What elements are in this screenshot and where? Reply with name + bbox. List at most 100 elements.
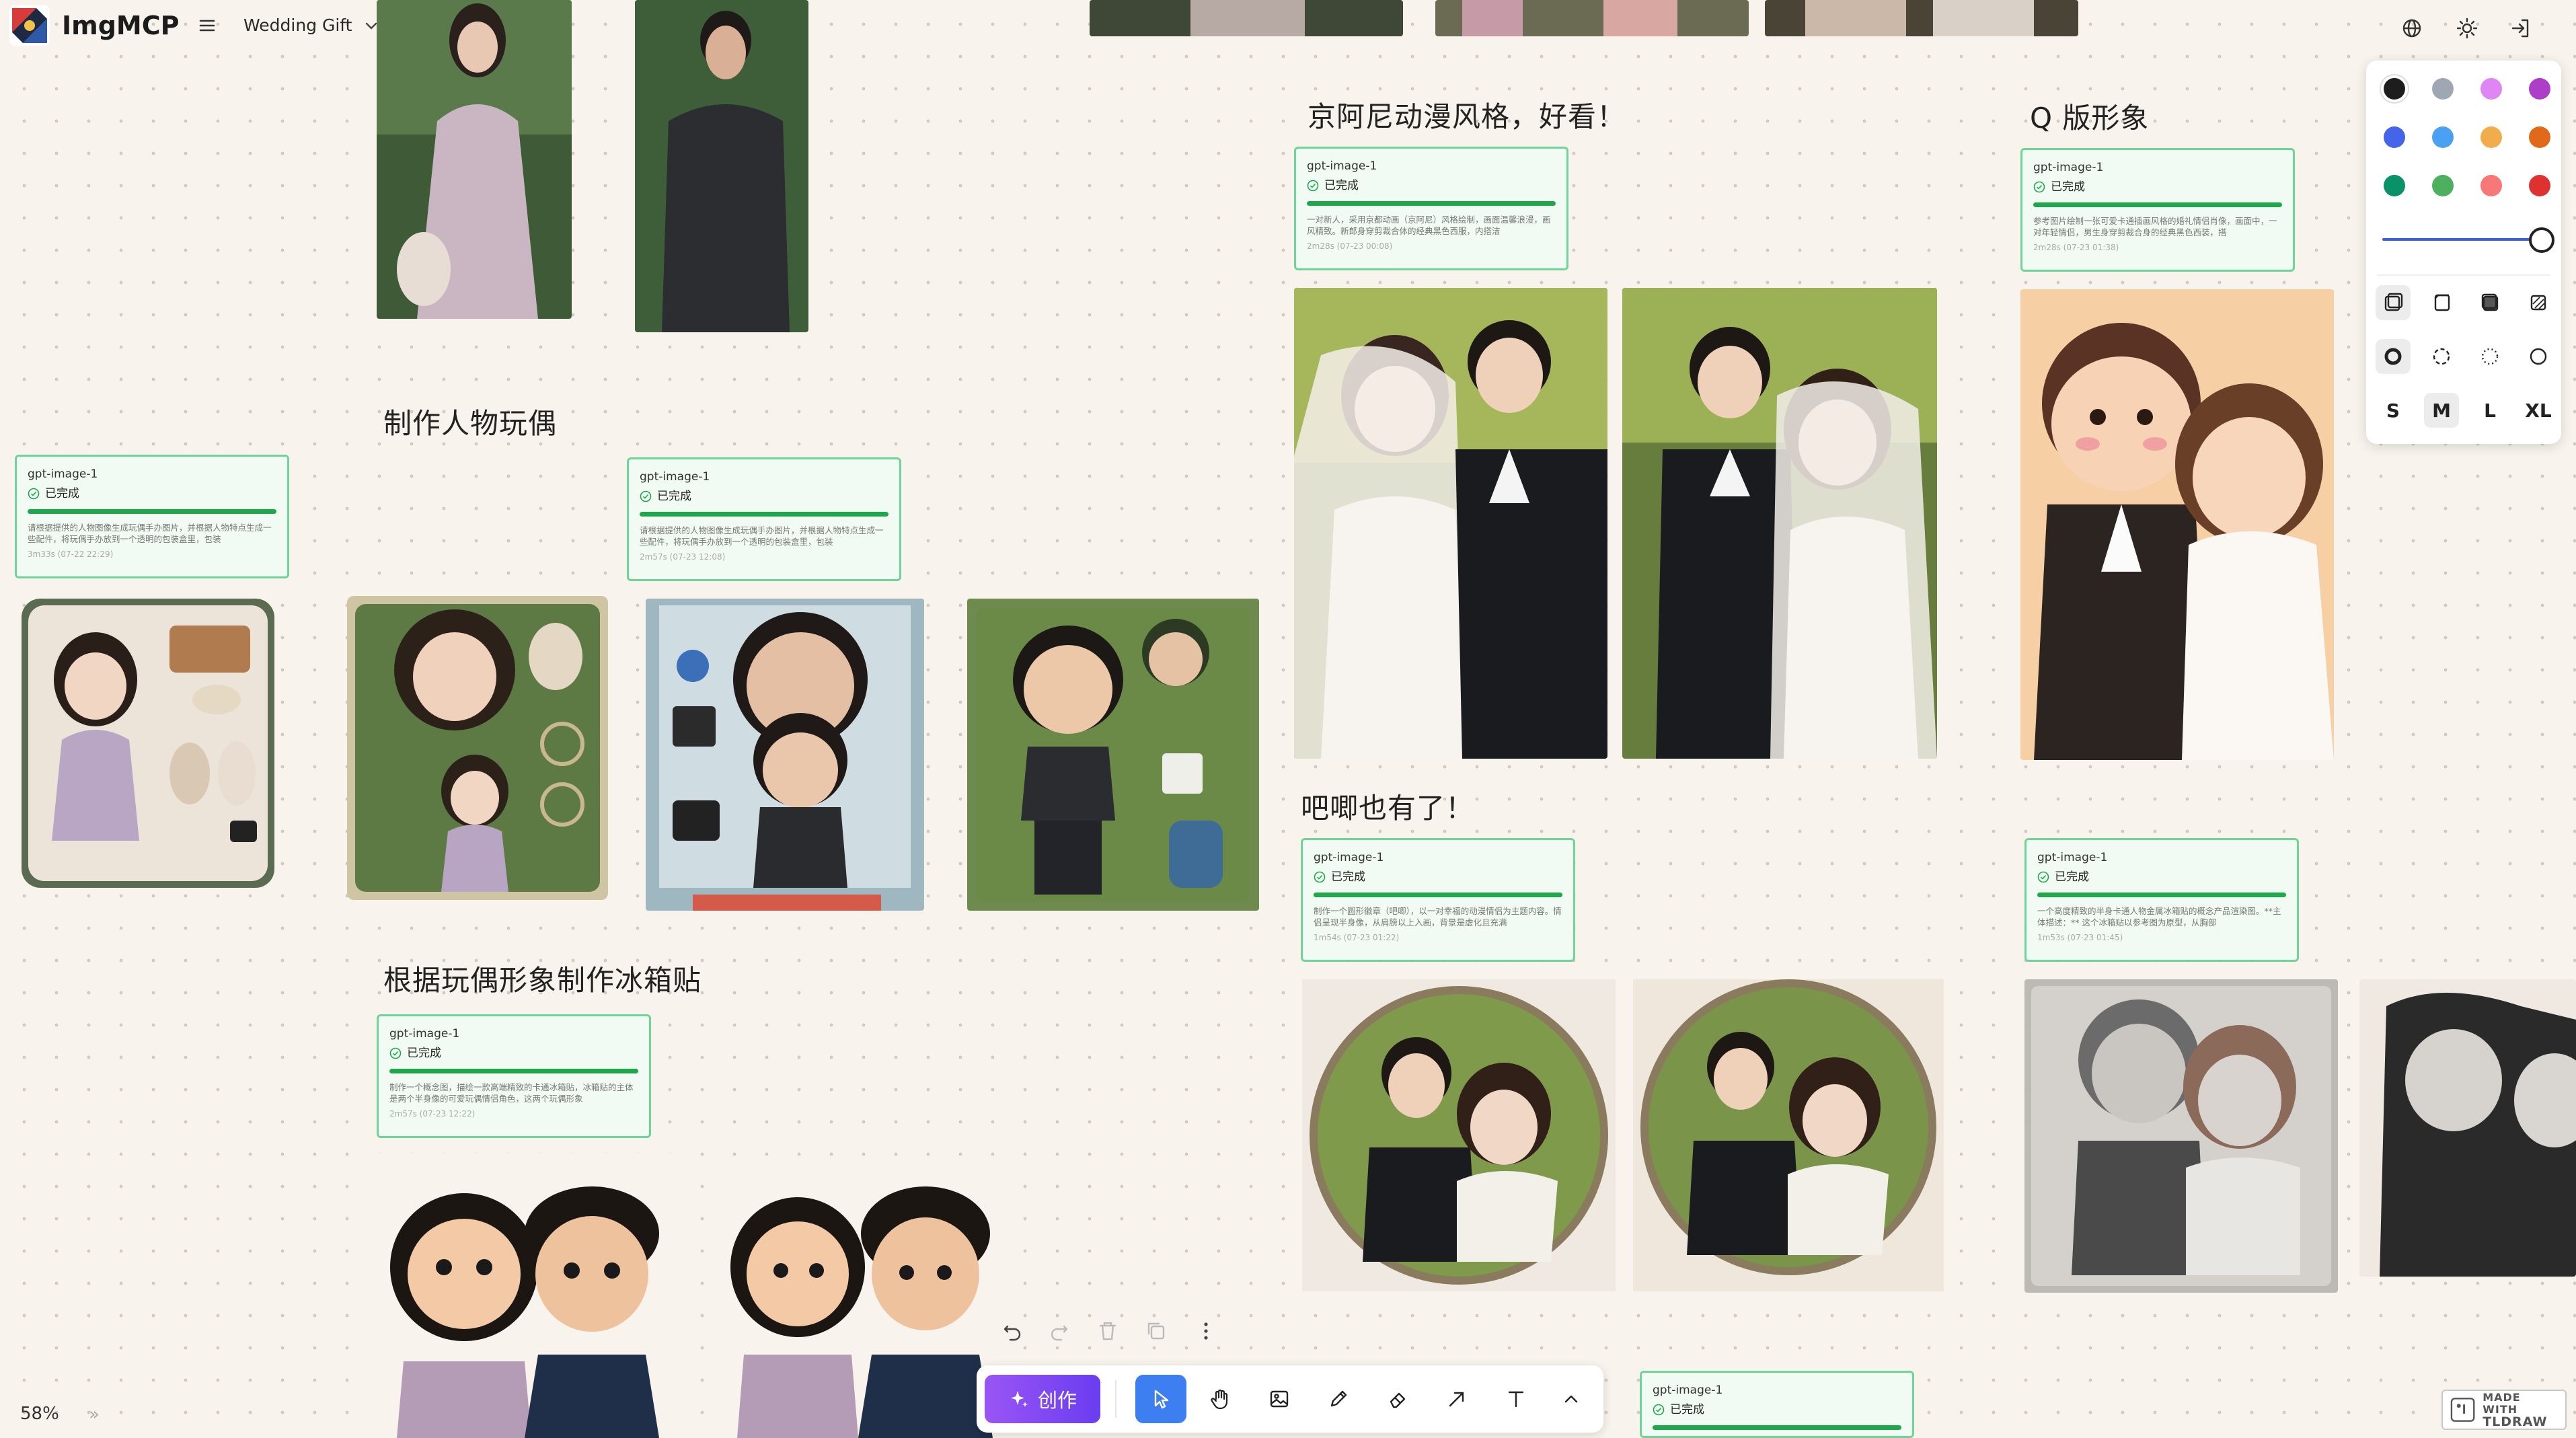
metal-magnet-image-2[interactable]: [2359, 979, 2576, 1277]
logout-icon[interactable]: [2507, 15, 2534, 42]
fill-solid-button[interactable]: [2472, 285, 2507, 320]
text-tool[interactable]: [1490, 1375, 1542, 1423]
hand-icon: [1211, 1389, 1228, 1410]
generation-card[interactable]: gpt-image-1 已完成 制作一个概念图，描绘一款高端精致的卡通冰箱贴，冰…: [377, 1014, 651, 1138]
eraser-tool[interactable]: [1372, 1375, 1423, 1423]
fill-semi-button[interactable]: [2424, 285, 2459, 320]
theme-sun-icon[interactable]: [2454, 15, 2480, 42]
trash-icon[interactable]: [1095, 1318, 1121, 1344]
size-label: L: [2484, 399, 2496, 422]
stroke-dashed-button[interactable]: [2424, 339, 2459, 374]
redo-icon[interactable]: [1047, 1318, 1072, 1344]
duration-text: 1m53s (07-23 01:45): [2037, 933, 2123, 942]
badge-line-1: MADE WITH: [2483, 1391, 2521, 1416]
fill-pattern-icon: [2530, 295, 2546, 311]
doll-image-man-figure[interactable]: [967, 599, 1259, 911]
progress-bar: [2037, 893, 2286, 897]
fill-none-icon: [2384, 293, 2403, 311]
color-swatch-red[interactable]: [2529, 175, 2550, 196]
select-tool[interactable]: [1135, 1375, 1186, 1423]
photo-top-1[interactable]: [1090, 0, 1403, 36]
size-s-button[interactable]: S: [2376, 393, 2411, 428]
color-swatch-orange[interactable]: [2529, 126, 2550, 148]
badge-image-2[interactable]: [1633, 979, 1944, 1291]
fill-pattern-button[interactable]: [2521, 285, 2556, 320]
bottom-toolbar: 创作: [977, 1365, 1603, 1433]
metal-magnet-image-1[interactable]: [2024, 979, 2338, 1293]
generation-card[interactable]: gpt-image-1 已完成 请根据提供的人物图像生成玩偶手办图片，并根据人物…: [15, 455, 289, 578]
stroke-solid-button[interactable]: [2376, 339, 2411, 374]
opacity-slider-track[interactable]: [2382, 238, 2541, 241]
doll-image-woman-box[interactable]: [347, 596, 608, 900]
fill-none-button[interactable]: [2376, 285, 2411, 320]
photo-top-2[interactable]: [1435, 0, 1749, 36]
color-swatch-light-red[interactable]: [2480, 175, 2502, 196]
doll-image-man-box[interactable]: [646, 599, 924, 911]
pencil-icon: [1330, 1390, 1347, 1407]
progress-bar: [640, 512, 888, 517]
kyoani-image-1[interactable]: [1294, 288, 1607, 759]
hand-tool[interactable]: [1195, 1375, 1246, 1423]
stroke-draw-button[interactable]: [2521, 339, 2556, 374]
color-swatch-black[interactable]: [2384, 78, 2405, 100]
color-swatch-violet[interactable]: [2529, 78, 2550, 100]
generation-card[interactable]: gpt-image-1 已完成 请根据提供的人物图像生成玩偶手办图片，并根据人物…: [627, 457, 901, 581]
made-with-tldraw-badge[interactable]: MADE WITH TLDRAW: [2441, 1390, 2567, 1430]
size-m-button[interactable]: M: [2424, 393, 2459, 428]
color-swatch-light-violet[interactable]: [2480, 78, 2502, 100]
text-icon: [1508, 1391, 1524, 1408]
model-name: gpt-image-1: [1653, 1384, 1723, 1397]
progress-bar: [389, 1069, 638, 1073]
check-circle-icon: [1314, 871, 1326, 883]
duration-text: 2m28s (07-23 01:38): [2033, 243, 2119, 252]
opacity-slider-handle[interactable]: [2529, 227, 2554, 253]
check-circle-icon: [28, 488, 40, 500]
size-l-button[interactable]: L: [2472, 393, 2507, 428]
generation-card[interactable]: gpt-image-1 已完成 制作一个圆形徽章（吧唧），以一对幸福的动漫情侣为…: [1301, 838, 1575, 962]
color-swatch-light-blue[interactable]: [2432, 126, 2454, 148]
color-swatch-yellow[interactable]: [2480, 126, 2502, 148]
document-title[interactable]: Wedding Gift: [243, 12, 352, 39]
check-circle-icon: [640, 490, 652, 502]
undo-icon[interactable]: [999, 1318, 1025, 1344]
model-name: gpt-image-1: [2037, 851, 2108, 864]
color-swatch-light-green[interactable]: [2432, 175, 2454, 196]
duplicate-icon[interactable]: [1143, 1318, 1169, 1344]
color-swatch-green[interactable]: [2384, 175, 2405, 196]
prompt-text: 参考图片绘制一张可爱卡通插画风格的婚礼情侣肖像，画面中，一对年轻情侣，男生身穿剪…: [2033, 216, 2277, 237]
generation-card[interactable]: gpt-image-1 已完成 参考图片绘制一张可爱卡通插画风格的婚礼情侣肖像，…: [2020, 148, 2295, 272]
kyoani-image-2[interactable]: [1622, 288, 1937, 759]
image-tool[interactable]: [1254, 1375, 1305, 1423]
color-swatch-blue[interactable]: [2384, 126, 2405, 148]
chibi-image[interactable]: [2020, 289, 2334, 760]
photo-top-3[interactable]: [1765, 0, 2078, 36]
generation-card[interactable]: gpt-image-1 已完成: [1640, 1371, 1914, 1438]
status-row: 已完成: [28, 486, 276, 501]
status-row: 已完成: [1653, 1402, 1901, 1417]
globe-icon[interactable]: [2398, 15, 2425, 42]
fridge-magnet-image-1[interactable]: [377, 1153, 683, 1438]
arrow-tool[interactable]: [1431, 1375, 1482, 1423]
doll-image-woman[interactable]: [22, 599, 274, 888]
menu-icon[interactable]: [195, 13, 219, 38]
color-swatch-grey[interactable]: [2432, 78, 2454, 100]
generation-card[interactable]: gpt-image-1 已完成 一对新人，采用京都动画（京阿尼）风格绘制，画面温…: [1294, 147, 1568, 270]
fridge-magnet-image-2[interactable]: [717, 1166, 1005, 1438]
create-button[interactable]: 创作: [985, 1375, 1100, 1423]
sparkle-icon: [1010, 1391, 1028, 1407]
more-tools-button[interactable]: [1548, 1375, 1594, 1423]
draw-tool[interactable]: [1313, 1375, 1364, 1423]
generation-card[interactable]: gpt-image-1 已完成 一个高度精致的半身卡通人物金属冰箱贴的概念产品渲…: [2024, 838, 2299, 962]
badge-image-1[interactable]: [1302, 979, 1616, 1291]
photo-man[interactable]: [635, 0, 808, 332]
section-title-badge: 吧唧也有了！: [1301, 792, 1475, 825]
zoom-level[interactable]: 58%: [20, 1403, 59, 1425]
style-panel: S M L XL: [2366, 61, 2561, 444]
duration-text: 2m57s (07-23 12:08): [640, 552, 726, 562]
photo-woman[interactable]: [377, 0, 572, 319]
section-title-chibi: Q 版形象: [2030, 102, 2150, 135]
stroke-dotted-button[interactable]: [2472, 339, 2507, 374]
size-xl-button[interactable]: XL: [2521, 393, 2556, 428]
chevrons-right-icon[interactable]: »: [89, 1404, 100, 1425]
more-actions-icon[interactable]: [1193, 1318, 1219, 1344]
